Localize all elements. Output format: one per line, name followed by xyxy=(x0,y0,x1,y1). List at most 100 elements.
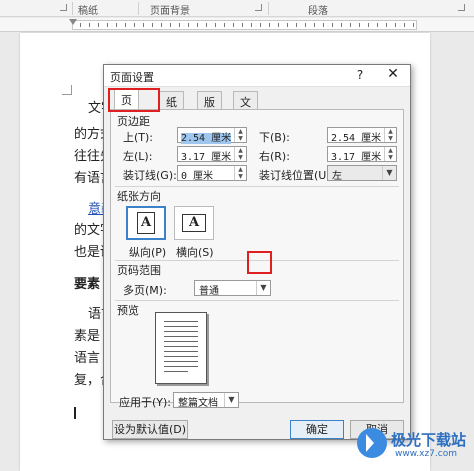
ruler-tick xyxy=(359,23,360,27)
ruler-tick xyxy=(197,23,198,27)
multiple-pages-value: 普通 xyxy=(199,286,219,297)
ruler-tick xyxy=(233,23,234,27)
doc-line: 语言 xyxy=(74,351,101,366)
ruler-tick xyxy=(287,23,288,27)
landscape-label[interactable]: 横向(S) xyxy=(176,244,214,260)
horizontal-ruler[interactable] xyxy=(0,18,474,32)
gutter-position-select[interactable]: 左 ▼ xyxy=(327,165,397,182)
ruler-tick xyxy=(125,23,126,27)
ruler-tick xyxy=(305,23,306,27)
close-icon[interactable]: ✕ xyxy=(384,66,402,82)
play-logo-icon xyxy=(357,428,387,458)
dialog-title: 页面设置 xyxy=(110,71,154,84)
gutter-position-label: 装订线位置(U): xyxy=(259,169,335,182)
bottom-margin-input[interactable]: 2.54 厘米 ▲ ▼ xyxy=(327,127,397,144)
ribbon-divider xyxy=(268,2,269,15)
ok-button[interactable]: 确定 xyxy=(290,420,344,439)
tab-doc-grid[interactable]: 文档网格 xyxy=(233,91,258,157)
preview-page-icon xyxy=(155,312,207,384)
ribbon-group-paper: 稿纸 xyxy=(78,6,98,17)
divider xyxy=(115,186,399,187)
ruler-tick xyxy=(134,23,135,27)
portrait-page-icon: A xyxy=(137,212,155,234)
apply-to-label: 应用于(Y): xyxy=(119,396,172,409)
apply-to-value: 整篇文档 xyxy=(178,398,218,409)
spin-arrows-icon[interactable]: ▲ ▼ xyxy=(384,128,396,142)
ruler-tick xyxy=(314,23,315,27)
highlight-box-margins-tab xyxy=(108,88,160,112)
ruler-tick xyxy=(395,23,396,27)
ruler-tick xyxy=(341,23,342,27)
landscape-page-icon: A xyxy=(182,214,206,232)
top-margin-label: 上(T): xyxy=(123,131,154,144)
indent-marker-icon[interactable] xyxy=(69,19,77,25)
ruler-text-area xyxy=(72,20,417,30)
doc-heading: 要素 xyxy=(74,277,101,292)
watermark-name: 极光下载站 xyxy=(391,431,467,449)
ribbon-divider xyxy=(72,2,73,15)
gutter-position-value: 左 xyxy=(332,171,342,182)
dialog-titlebar[interactable]: 页面设置 ? ✕ xyxy=(104,65,410,87)
ruler-tick xyxy=(332,23,333,27)
ruler-tick xyxy=(323,23,324,27)
ruler-tick xyxy=(116,23,117,27)
ruler-tick xyxy=(179,23,180,27)
ruler-tick xyxy=(413,23,414,27)
spin-arrows-icon[interactable]: ▲ ▼ xyxy=(234,128,246,142)
spin-arrows-icon[interactable]: ▲ ▼ xyxy=(384,147,396,161)
top-margin-value: 2.54 厘米 xyxy=(181,133,232,144)
ruler-tick xyxy=(368,23,369,27)
ruler-tick xyxy=(242,23,243,27)
ruler-tick xyxy=(143,23,144,27)
gutter-input[interactable]: 0 厘米 ▲ ▼ xyxy=(177,165,247,182)
multiple-pages-label: 多页(M): xyxy=(123,284,167,297)
ruler-tick xyxy=(89,23,90,27)
ruler-tick xyxy=(278,23,279,27)
apply-to-select[interactable]: 整篇文档 ▼ xyxy=(173,392,239,409)
tab-layout[interactable]: 版式 xyxy=(197,91,222,125)
margins-section-title: 页边距 xyxy=(117,115,150,128)
ribbon-group-paragraph: 段落 xyxy=(308,6,328,17)
bottom-margin-label: 下(B): xyxy=(259,131,290,144)
ruler-tick xyxy=(296,23,297,27)
ruler-tick xyxy=(161,23,162,27)
portrait-label[interactable]: 纵向(P) xyxy=(129,244,166,260)
ruler-tick xyxy=(152,23,153,27)
gutter-value: 0 厘米 xyxy=(181,171,214,182)
text-cursor xyxy=(74,407,76,419)
left-margin-label: 左(L): xyxy=(123,150,153,163)
ruler-tick xyxy=(251,23,252,27)
left-margin-input[interactable]: 3.17 厘米 ▲ ▼ xyxy=(177,146,247,163)
tab-paper[interactable]: 纸张 xyxy=(159,91,184,125)
left-margin-value: 3.17 厘米 xyxy=(181,152,232,163)
ribbon-divider xyxy=(138,2,139,15)
ruler-tick xyxy=(224,23,225,27)
help-icon[interactable]: ? xyxy=(352,68,368,82)
ribbon-expand-icon[interactable] xyxy=(458,4,465,11)
ruler-tick xyxy=(350,23,351,27)
ribbon-expand-icon[interactable] xyxy=(60,4,67,11)
right-margin-input[interactable]: 3.17 厘米 ▲ ▼ xyxy=(327,146,397,163)
divider xyxy=(115,300,399,301)
doc-line: 素是 xyxy=(74,329,101,344)
portrait-option[interactable]: A xyxy=(126,206,166,240)
chevron-down-icon[interactable]: ▼ xyxy=(256,281,270,295)
ruler-tick xyxy=(377,23,378,27)
spin-arrows-icon[interactable]: ▲ ▼ xyxy=(234,166,246,180)
ruler-tick xyxy=(170,23,171,27)
watermark-url: www.xz7.com xyxy=(395,449,457,459)
gutter-label: 装订线(G): xyxy=(123,169,177,182)
top-margin-input[interactable]: 2.54 厘米 ▲ ▼ xyxy=(177,127,247,144)
chevron-down-icon[interactable]: ▼ xyxy=(382,166,396,180)
ruler-tick xyxy=(404,23,405,27)
chevron-down-icon[interactable]: ▼ xyxy=(224,393,238,407)
ribbon-expand-icon[interactable] xyxy=(255,4,262,11)
ruler-tick xyxy=(260,23,261,27)
spin-arrows-icon[interactable]: ▲ ▼ xyxy=(234,147,246,161)
multiple-pages-select[interactable]: 普通 ▼ xyxy=(194,280,271,297)
landscape-option[interactable]: A xyxy=(174,206,214,240)
watermark-logo: 极光下载站 www.xz7.com xyxy=(357,420,472,468)
pages-section-title: 页码范围 xyxy=(117,264,161,277)
highlight-box-pages-dropdown xyxy=(247,251,272,274)
set-default-button[interactable]: 设为默认值(D) xyxy=(112,420,188,439)
